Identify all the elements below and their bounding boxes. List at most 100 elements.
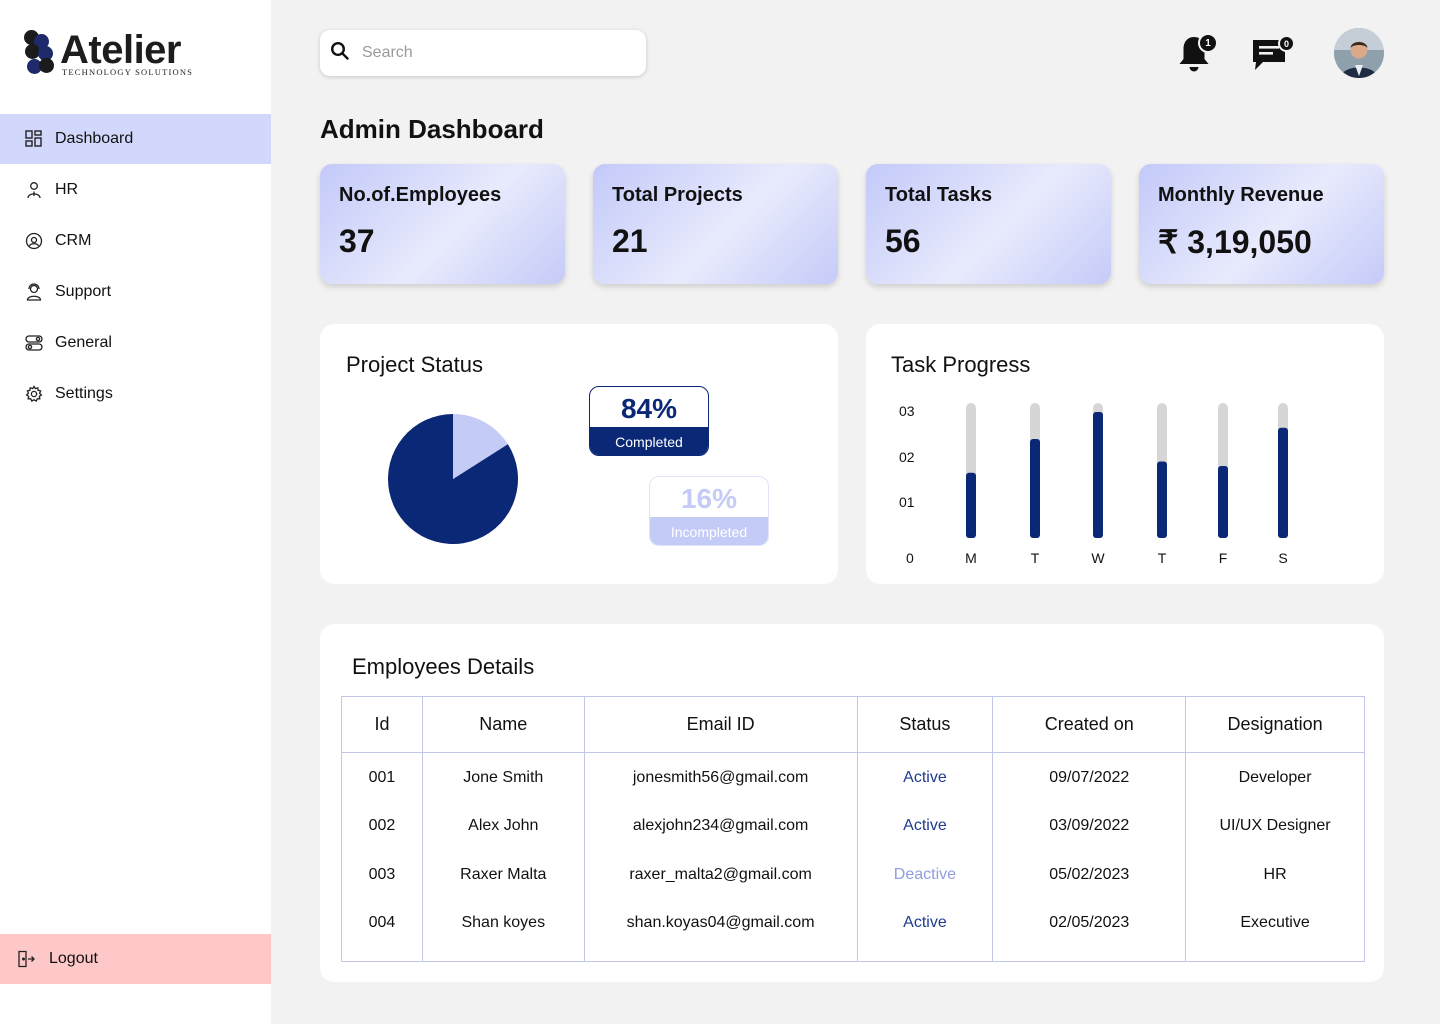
support-agent-icon [25,283,43,301]
task-progress-bar-chart: 0 01 02 03 M T W T F S [899,403,1288,566]
column-header-name[interactable]: Name [421,696,585,753]
bar-4 [1218,466,1228,538]
search-bar [320,30,646,76]
stat-label: Total Tasks [885,184,993,206]
cell-designation: Executive [1185,899,1365,962]
stat-value: 21 [612,223,648,259]
messages-button[interactable]: 0 [1251,35,1295,72]
sidebar-item-crm[interactable]: CRM [0,216,271,266]
y-tick-label: 0 [906,550,914,566]
incompleted-label: Incompleted [650,517,768,545]
cell-id: 001 [341,752,423,802]
logo-mark-icon [24,28,58,76]
page-title: Admin Dashboard [320,114,544,144]
x-tick-label: F [1219,550,1228,566]
column-header-status[interactable]: Status [856,696,994,753]
project-status-panel: Project Status 84% Completed 16% Incompl… [320,324,838,584]
logout-label: Logout [49,950,98,967]
cell-name: Alex John [421,801,585,851]
x-tick-label: T [1158,550,1167,566]
stat-card-revenue[interactable]: Monthly Revenue ₹ 3,19,050 [1139,164,1384,284]
user-avatar-icon [1334,28,1384,78]
cell-email: alexjohn234@gmail.com [583,801,858,851]
sidebar-item-support[interactable]: Support [0,267,271,317]
search-input[interactable] [362,44,622,62]
general-toggle-icon [25,334,43,352]
brand-tagline: TECHNOLOGY SOLUTIONS [62,67,194,77]
cell-designation: HR [1185,850,1365,900]
stat-label: No.of.Employees [339,184,502,206]
cell-id: 002 [341,801,423,851]
table-row[interactable]: 001 Jone Smith jonesmith56@gmail.com Act… [341,752,1365,802]
stat-card-employees[interactable]: No.of.Employees 37 [320,164,565,284]
table-header-row: Id Name Email ID Status Created on Desig… [341,696,1365,753]
hr-person-icon [25,181,43,199]
table-row[interactable]: 003 Raxer Malta raxer_malta2@gmail.com D… [341,850,1365,900]
stat-label: Monthly Revenue [1158,184,1324,206]
cell-designation: UI/UX Designer [1185,801,1365,851]
brand-name: Atelier [60,28,182,72]
bar-5 [1278,427,1288,538]
notification-badge: 1 [1198,33,1218,53]
sidebar-item-dashboard[interactable]: Dashboard [0,114,271,164]
cell-created: 09/07/2022 [992,752,1187,802]
logout-door-icon [17,950,35,968]
cell-created: 02/05/2023 [992,899,1187,962]
sidebar-item-label: General [55,334,112,351]
column-header-designation[interactable]: Designation [1185,696,1365,753]
completed-percent: 84% [620,393,678,424]
avatar[interactable] [1334,28,1384,78]
x-tick-label: S [1278,550,1287,566]
notifications-button[interactable]: 1 [1176,33,1218,74]
column-header-created[interactable]: Created on [992,696,1187,753]
cell-created: 05/02/2023 [992,850,1187,900]
logout-button[interactable]: Logout [0,934,271,984]
sidebar: Atelier TECHNOLOGY SOLUTIONS Dashboard H… [0,0,271,1024]
bar-2 [1093,412,1103,538]
employees-title: Employees Details [352,654,535,679]
sidebar-item-settings[interactable]: Settings [0,369,271,419]
column-header-id[interactable]: Id [341,696,423,753]
bar-1 [1030,439,1040,538]
stat-card-tasks[interactable]: Total Tasks 56 [866,164,1111,284]
cell-designation: Developer [1185,752,1365,802]
cell-status: Active [856,752,994,802]
project-status-title: Project Status [346,352,483,377]
cell-status: Active [856,899,994,962]
sidebar-item-hr[interactable]: HR [0,165,271,215]
stat-card-projects[interactable]: Total Projects 21 [593,164,838,284]
sidebar-item-label: Settings [55,385,113,402]
crm-headset-icon [25,232,43,250]
project-status-pie-chart [388,414,518,544]
employees-table: Id Name Email ID Status Created on Desig… [341,696,1365,962]
sidebar-item-label: HR [55,181,79,198]
column-header-email[interactable]: Email ID [583,696,858,753]
table-row[interactable]: 004 Shan koyes shan.koyas04@gmail.com Ac… [341,899,1365,962]
cell-name: Shan koyes [421,899,585,962]
completed-label: Completed [590,427,708,455]
stat-value: 56 [885,223,921,259]
cell-status: Deactive [856,850,994,900]
sidebar-nav: Dashboard HR CRM Support General Setting… [0,114,271,420]
sidebar-item-label: CRM [55,232,92,249]
stat-value: ₹ 3,19,050 [1158,224,1312,260]
y-tick-label: 02 [899,449,915,465]
sidebar-item-general[interactable]: General [0,318,271,368]
table-row[interactable]: 002 Alex John alexjohn234@gmail.com Acti… [341,801,1365,851]
brand-logo[interactable]: Atelier TECHNOLOGY SOLUTIONS [24,28,193,77]
task-progress-panel: Task Progress 0 01 02 03 M T W T F S [866,324,1384,584]
gear-icon [25,385,43,403]
cell-id: 003 [341,850,423,900]
cell-name: Raxer Malta [421,850,585,900]
cell-name: Jone Smith [421,752,585,802]
cell-id: 004 [341,899,423,962]
sidebar-item-label: Support [55,283,112,300]
x-tick-label: W [1091,550,1105,566]
x-tick-label: T [1031,550,1040,566]
incompleted-percent: 16% [680,483,738,514]
cell-email: jonesmith56@gmail.com [583,752,858,802]
dashboard-grid-icon [25,130,43,148]
y-tick-label: 03 [899,403,915,419]
incompleted-indicator: 16% Incompleted [649,476,769,546]
search-icon [330,41,350,66]
